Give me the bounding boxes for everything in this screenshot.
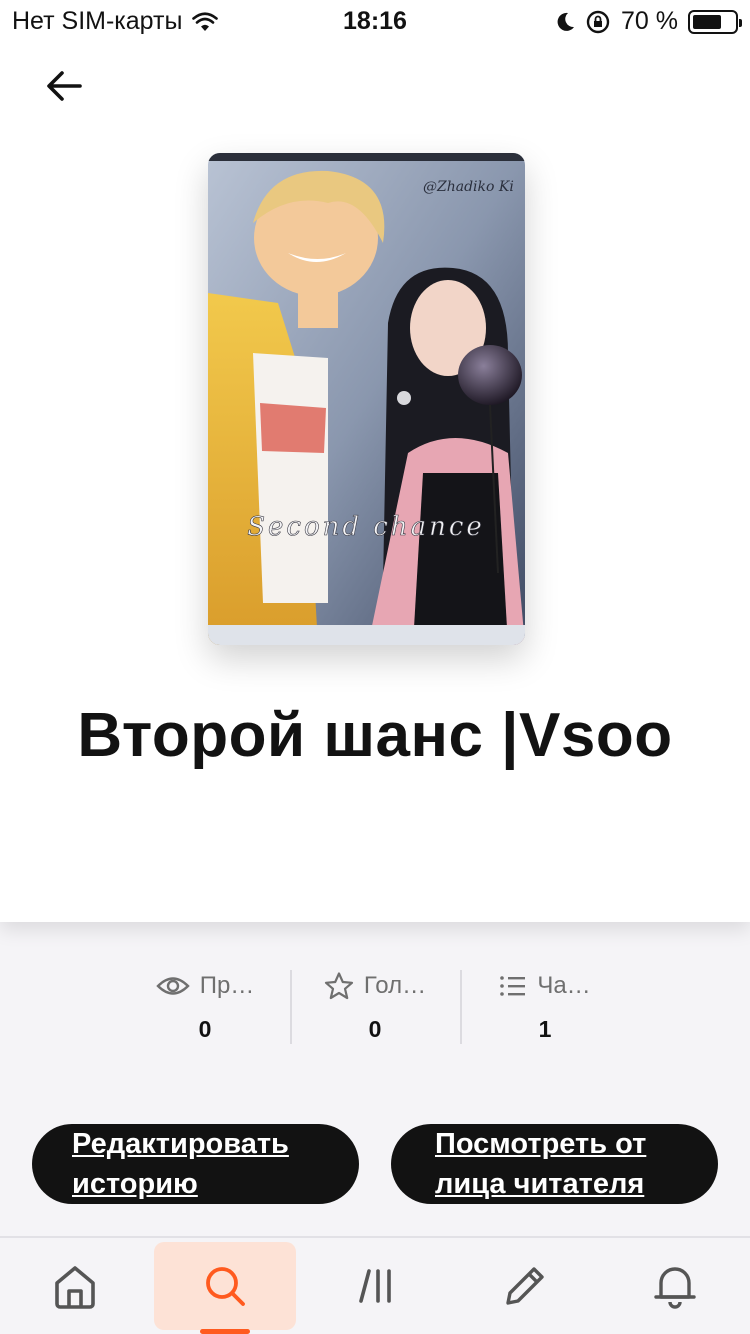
nav-search[interactable]: [154, 1242, 296, 1334]
list-icon: [500, 976, 526, 996]
arrow-left-icon: [47, 71, 82, 101]
battery-percent: 70 %: [621, 7, 678, 35]
home-icon: [55, 1266, 95, 1309]
cover-artwork: @Zhadiko Ki Second chance: [208, 153, 525, 645]
bell-icon: [654, 1267, 696, 1309]
stat-reads-label: Пр…: [199, 972, 255, 999]
nav-notifications[interactable]: [604, 1238, 746, 1334]
stat-parts-value: 1: [538, 1016, 552, 1042]
cover-title-text: Second chance: [247, 512, 485, 542]
stat-reads: Пр… 0: [120, 968, 290, 1044]
stat-votes: Гол… 0: [290, 968, 460, 1044]
back-button[interactable]: [36, 58, 92, 114]
battery-icon: [688, 9, 742, 34]
stat-votes-value: 0: [368, 1016, 382, 1042]
rotation-lock-icon: [586, 10, 610, 33]
story-stats: Пр… 0 Гол… 0 Ча… 1: [120, 968, 630, 1044]
cover-watermark: @Zhadiko Ki: [423, 179, 514, 195]
search-icon: [206, 1267, 245, 1306]
stat-parts: Ча… 1: [460, 968, 630, 1044]
nav-write[interactable]: [454, 1238, 596, 1334]
stat-parts-label: Ча…: [537, 972, 591, 999]
write-icon: [506, 1267, 544, 1305]
reader-view-button[interactable]: Посмотреть от лица читателя: [391, 1124, 718, 1204]
story-title: Второй шанс |Vsoo: [77, 701, 673, 770]
nav-library[interactable]: [306, 1238, 448, 1334]
story-header: @Zhadiko Ki Second chance Второй шанс |V…: [0, 0, 750, 922]
moon-icon: [557, 12, 575, 31]
stat-reads-value: 0: [198, 1016, 212, 1042]
nav-active-indicator: [200, 1329, 250, 1334]
eye-icon: [155, 977, 190, 995]
edit-story-button[interactable]: Редактировать историю: [32, 1124, 359, 1204]
edit-story-label: Редактировать историю: [72, 1128, 289, 1200]
bottom-nav: [0, 1236, 750, 1334]
library-icon: [359, 1269, 391, 1303]
reader-view-label: Посмотреть от лица читателя: [435, 1128, 647, 1200]
nav-home[interactable]: [6, 1238, 144, 1334]
status-bar: Нет SIM-карты 18:16 70 %: [0, 0, 750, 40]
star-icon: [324, 972, 353, 1000]
story-cover[interactable]: @Zhadiko Ki Second chance: [208, 153, 525, 645]
stat-votes-label: Гол…: [363, 972, 427, 999]
